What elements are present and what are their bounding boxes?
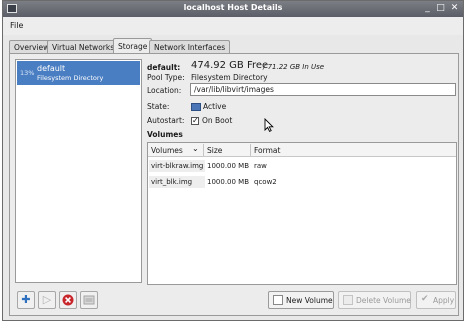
col-size-header[interactable]: Size bbox=[207, 146, 222, 155]
checkmark-icon: ✔ bbox=[421, 294, 429, 304]
storage-panel: 13% default Filesystem Directory ✚ ▷ def… bbox=[9, 53, 459, 316]
state-value-wrap: Active bbox=[191, 102, 226, 111]
maximize-icon[interactable]: □ bbox=[435, 3, 446, 14]
location-field[interactable]: /var/lib/libvirt/images bbox=[190, 83, 456, 96]
menu-file[interactable]: File bbox=[10, 21, 23, 30]
volumes-table[interactable]: Volumes ⌄ Size Format virt-blkraw.img 10… bbox=[147, 142, 457, 285]
volume-size: 1000.00 MB bbox=[207, 162, 250, 170]
pool-usage-percent: 13% bbox=[20, 69, 35, 77]
volumes-heading: Volumes bbox=[147, 130, 183, 139]
mouse-cursor-icon bbox=[264, 117, 274, 135]
volumes-table-header: Volumes ⌄ Size Format bbox=[148, 143, 456, 157]
apply-label: Apply bbox=[433, 296, 455, 305]
new-volume-button[interactable]: New Volume bbox=[268, 291, 334, 309]
add-pool-button[interactable]: ✚ bbox=[17, 291, 35, 309]
pool-name: default bbox=[37, 64, 66, 73]
plus-icon: ✚ bbox=[21, 293, 31, 306]
volume-format: qcow2 bbox=[254, 178, 277, 186]
column-divider[interactable] bbox=[250, 144, 251, 156]
volume-format: raw bbox=[254, 162, 267, 170]
tab-virtual-networks[interactable]: Virtual Networks bbox=[47, 40, 120, 54]
delete-volume-label: Delete Volume bbox=[356, 296, 411, 305]
pool-type-value: Filesystem Directory bbox=[191, 73, 268, 82]
new-volume-label: New Volume bbox=[286, 296, 333, 305]
col-volumes-header[interactable]: Volumes bbox=[151, 146, 183, 155]
pool-list[interactable]: 13% default Filesystem Directory bbox=[15, 59, 142, 283]
pool-item-default[interactable]: 13% default Filesystem Directory bbox=[17, 61, 140, 85]
autostart-value: On Boot bbox=[202, 116, 233, 125]
volume-name: virt_blk.img bbox=[149, 176, 205, 188]
state-label: State: bbox=[147, 102, 170, 111]
new-volume-icon bbox=[273, 295, 283, 305]
host-details-window: localhost Host Details _ □ ✕ File Overvi… bbox=[2, 0, 464, 321]
column-divider[interactable] bbox=[203, 144, 204, 156]
close-icon[interactable]: ✕ bbox=[449, 3, 460, 14]
pool-name-label: default: bbox=[147, 63, 181, 72]
play-icon: ▷ bbox=[42, 293, 52, 306]
pool-type: Filesystem Directory bbox=[37, 74, 104, 82]
start-pool-button[interactable]: ▷ bbox=[38, 291, 56, 309]
delete-pool-button[interactable] bbox=[80, 291, 98, 309]
pool-type-label: Pool Type: bbox=[147, 73, 185, 82]
delete-volume-icon bbox=[343, 295, 353, 305]
minimize-icon[interactable]: _ bbox=[422, 3, 433, 14]
volume-size: 1000.00 MB bbox=[207, 178, 250, 186]
autostart-checkbox[interactable] bbox=[191, 116, 199, 125]
autostart-value-wrap: On Boot bbox=[191, 116, 232, 125]
tab-network-interfaces[interactable]: Network Interfaces bbox=[149, 40, 231, 54]
autostart-label: Autostart: bbox=[147, 116, 185, 125]
window-title: localhost Host Details bbox=[183, 3, 283, 12]
stop-icon bbox=[60, 294, 76, 309]
free-space: 474.92 GB Free bbox=[191, 60, 269, 71]
titlebar: localhost Host Details _ □ ✕ bbox=[3, 1, 463, 17]
stop-pool-button[interactable] bbox=[59, 291, 77, 309]
delete-volume-button[interactable]: Delete Volume bbox=[338, 291, 411, 309]
table-row[interactable]: virt_blk.img 1000.00 MB qcow2 bbox=[148, 174, 456, 190]
col-format-header[interactable]: Format bbox=[254, 146, 280, 155]
delete-icon bbox=[81, 294, 97, 309]
volume-name: virt-blkraw.img bbox=[149, 160, 205, 172]
location-label: Location: bbox=[147, 86, 182, 95]
menubar: File bbox=[3, 17, 463, 35]
state-active-icon bbox=[191, 103, 201, 111]
chevron-down-icon[interactable]: ⌄ bbox=[192, 144, 199, 153]
table-row[interactable]: virt-blkraw.img 1000.00 MB raw bbox=[148, 158, 456, 174]
apply-button[interactable]: ✔ Apply bbox=[416, 291, 456, 309]
state-value: Active bbox=[203, 102, 227, 111]
in-use-space: / 71.22 GB In Use bbox=[263, 63, 325, 71]
